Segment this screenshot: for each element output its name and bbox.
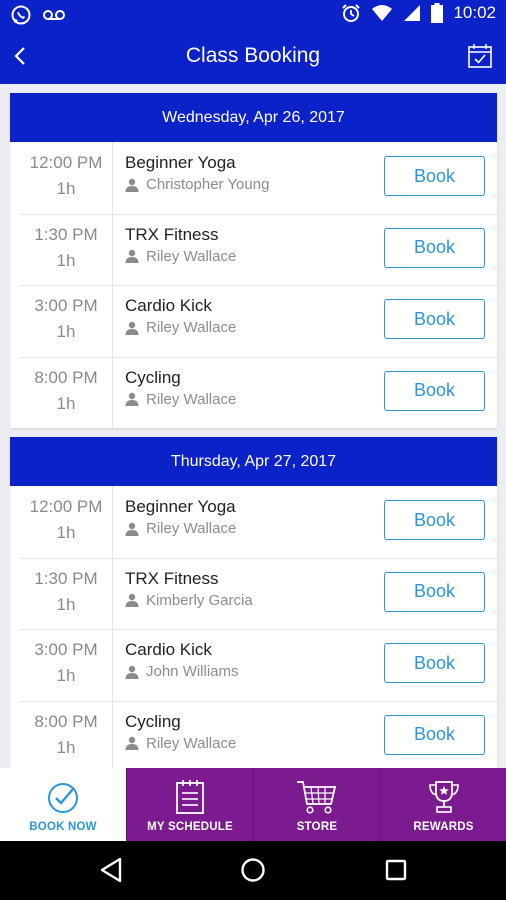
person-icon — [125, 321, 139, 335]
day-header: Wednesday, Apr 26, 2017 — [10, 93, 497, 142]
instructor-name: John Williams — [146, 663, 239, 680]
cart-icon — [297, 781, 337, 814]
bottom-tab-bar: BOOK NOW MY SCHEDULE STORE REWARDS — [0, 768, 506, 841]
book-button[interactable]: Book — [384, 571, 485, 612]
home-nav-icon[interactable] — [238, 855, 268, 885]
voicemail-icon — [43, 10, 65, 20]
tab-store[interactable]: STORE — [253, 768, 380, 841]
instructor: John Williams — [125, 663, 239, 680]
instructor-name: Kimberly Garcia — [146, 591, 253, 609]
page-title: Class Booking — [185, 44, 321, 67]
status-bar: 10:02 — [0, 0, 506, 30]
schedule-list-icon — [176, 780, 204, 814]
instructor: Riley Wallace — [125, 248, 236, 265]
person-icon — [125, 665, 139, 679]
class-duration: 1h — [56, 523, 76, 542]
class-row: 12:00 PM 1h Beginner Yoga Christopher You… — [10, 142, 497, 214]
instructor: Riley Wallace — [125, 520, 236, 537]
calendar-icon[interactable] — [466, 42, 494, 70]
class-duration: 1h — [56, 322, 76, 341]
instructor: Riley Wallace — [125, 391, 236, 408]
instructor: Riley Wallace — [125, 735, 236, 752]
class-name: TRX Fitness — [125, 568, 219, 588]
class-name: Cardio Kick — [125, 296, 212, 315]
instructor-name: Riley Wallace — [146, 247, 237, 265]
class-row: 1:30 PM 1h TRX Fitness Kimberly Garcia Bo… — [10, 557, 497, 629]
class-name: Beginner Yoga — [125, 153, 236, 172]
class-duration: 1h — [56, 393, 76, 413]
tab-rewards[interactable]: REWARDS — [380, 768, 506, 841]
class-name: Cardio Kick — [125, 640, 212, 659]
class-list: Wednesday, Apr 26, 2017 12:00 PM 1h Begin… — [0, 84, 506, 768]
back-nav-icon[interactable] — [96, 855, 126, 885]
person-icon — [125, 392, 139, 406]
class-row: 12:00 PM 1h Beginner Yoga Riley Wallace B… — [10, 486, 497, 558]
class-duration: 1h — [56, 666, 76, 685]
tab-my-schedule[interactable]: MY SCHEDULE — [126, 768, 253, 841]
book-button[interactable]: Book — [384, 643, 485, 683]
instructor: Riley Wallace — [125, 319, 236, 336]
class-row: 3:00 PM 1h Cardio Kick Riley Wallace Book — [10, 285, 497, 357]
class-duration: 1h — [56, 594, 76, 614]
class-name: Beginner Yoga — [125, 497, 236, 516]
class-row: 3:00 PM 1h Cardio Kick John Williams Book — [10, 629, 497, 701]
class-row: 8:00 PM 1h Cycling Riley Wallace Book — [10, 700, 497, 768]
class-time: 12:00 PM 1h — [20, 153, 112, 199]
class-time: 1:30 PM 1h — [20, 569, 112, 615]
instructor-name: Christopher Young — [146, 176, 270, 193]
class-duration: 1h — [56, 250, 76, 270]
book-button[interactable]: Book — [384, 370, 485, 411]
instructor-name: Riley Wallace — [146, 520, 237, 537]
trophy-icon — [428, 781, 459, 813]
book-button[interactable]: Book — [384, 156, 485, 196]
app-bar: Class Booking — [0, 30, 506, 84]
class-time: 1:30 PM 1h — [20, 225, 112, 271]
person-icon — [125, 249, 139, 263]
class-time: 3:00 PM 1h — [20, 640, 112, 686]
class-time: 3:00 PM 1h — [20, 296, 112, 342]
alarm-icon — [342, 4, 361, 22]
class-row: 1:30 PM 1h TRX Fitness Riley Wallace Book — [10, 213, 497, 285]
wifi-icon — [372, 5, 393, 21]
tab-label: BOOK NOW — [29, 821, 97, 833]
day-card: Thursday, Apr 27, 2017 12:00 PM 1h Beginn… — [10, 437, 497, 768]
book-button[interactable]: Book — [384, 714, 485, 755]
class-duration: 1h — [56, 737, 76, 757]
day-card: Wednesday, Apr 26, 2017 12:00 PM 1h Begin… — [10, 93, 497, 428]
tab-label: STORE — [296, 821, 338, 833]
book-button[interactable]: Book — [384, 227, 485, 268]
class-time: 12:00 PM 1h — [20, 497, 112, 543]
person-icon — [125, 522, 139, 536]
tab-label: REWARDS — [413, 821, 474, 833]
person-icon — [125, 593, 139, 607]
class-time: 8:00 PM 1h — [20, 368, 112, 414]
class-duration: 1h — [56, 179, 76, 198]
day-header: Thursday, Apr 27, 2017 — [10, 437, 497, 486]
class-name: Cycling — [125, 367, 181, 387]
person-icon — [125, 178, 139, 192]
class-time: 8:00 PM 1h — [20, 712, 112, 758]
instructor-name: Riley Wallace — [146, 734, 237, 752]
instructor-name: Riley Wallace — [146, 319, 237, 336]
book-button[interactable]: Book — [384, 500, 485, 540]
status-time: 10:02 — [453, 3, 496, 22]
instructor: Christopher Young — [125, 176, 269, 193]
instructor-name: Riley Wallace — [146, 390, 237, 408]
tab-book-now[interactable]: BOOK NOW — [0, 768, 126, 841]
tab-label: MY SCHEDULE — [147, 821, 233, 833]
system-nav-bar — [0, 841, 506, 900]
class-name: TRX Fitness — [125, 224, 219, 244]
class-name: Cycling — [125, 711, 181, 731]
class-row: 8:00 PM 1h Cycling Riley Wallace Book — [10, 356, 497, 428]
check-circle-icon — [48, 783, 78, 813]
book-button[interactable]: Book — [384, 299, 485, 339]
recents-nav-icon[interactable] — [381, 855, 411, 885]
signal-icon — [404, 5, 421, 21]
instructor: Kimberly Garcia — [125, 592, 253, 609]
whatsapp-icon — [11, 5, 31, 25]
battery-icon — [431, 3, 444, 23]
person-icon — [125, 736, 139, 750]
